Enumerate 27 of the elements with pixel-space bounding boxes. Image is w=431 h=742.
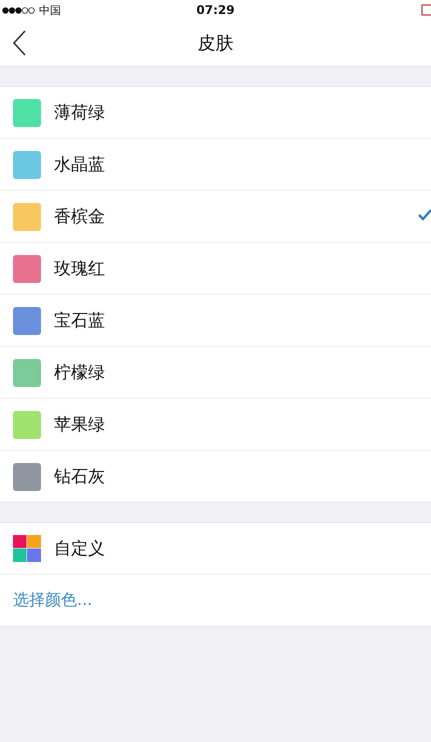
skin-name: 苹果绿 (54, 414, 105, 436)
carrier-name: 中国 (39, 2, 61, 18)
checkmark-icon (418, 209, 431, 221)
choose-color-link[interactable]: 选择颜色... (13, 590, 92, 611)
skin-option[interactable]: 香槟金 (0, 190, 431, 242)
custom-option[interactable]: 自定义 (0, 523, 431, 574)
signal-icon (2, 6, 36, 14)
back-icon (12, 30, 26, 56)
skin-option[interactable]: 宝石蓝 (0, 294, 431, 346)
skin-option[interactable]: 柠檬绿 (0, 346, 431, 398)
palette-icon (13, 535, 41, 562)
skin-option[interactable]: 钻石灰 (0, 450, 431, 502)
skin-option[interactable]: 玫瑰红 (0, 242, 431, 294)
skin-name: 薄荷绿 (54, 102, 105, 124)
skin-option[interactable]: 水晶蓝 (0, 138, 431, 190)
custom-label: 自定义 (54, 538, 105, 560)
skin-name: 钻石灰 (54, 466, 105, 488)
skin-option[interactable]: 苹果绿 (0, 398, 431, 450)
battery-icon (421, 4, 431, 16)
skin-name: 水晶蓝 (54, 154, 105, 176)
skin-name: 宝石蓝 (54, 310, 105, 332)
skin-name: 柠檬绿 (54, 362, 105, 384)
skin-name: 玫瑰红 (54, 258, 105, 280)
skin-option[interactable]: 薄荷绿 (0, 87, 431, 138)
skin-name: 香槟金 (54, 206, 105, 228)
page-title: 皮肤 (198, 32, 234, 55)
status-time: 07:29 (196, 3, 235, 17)
